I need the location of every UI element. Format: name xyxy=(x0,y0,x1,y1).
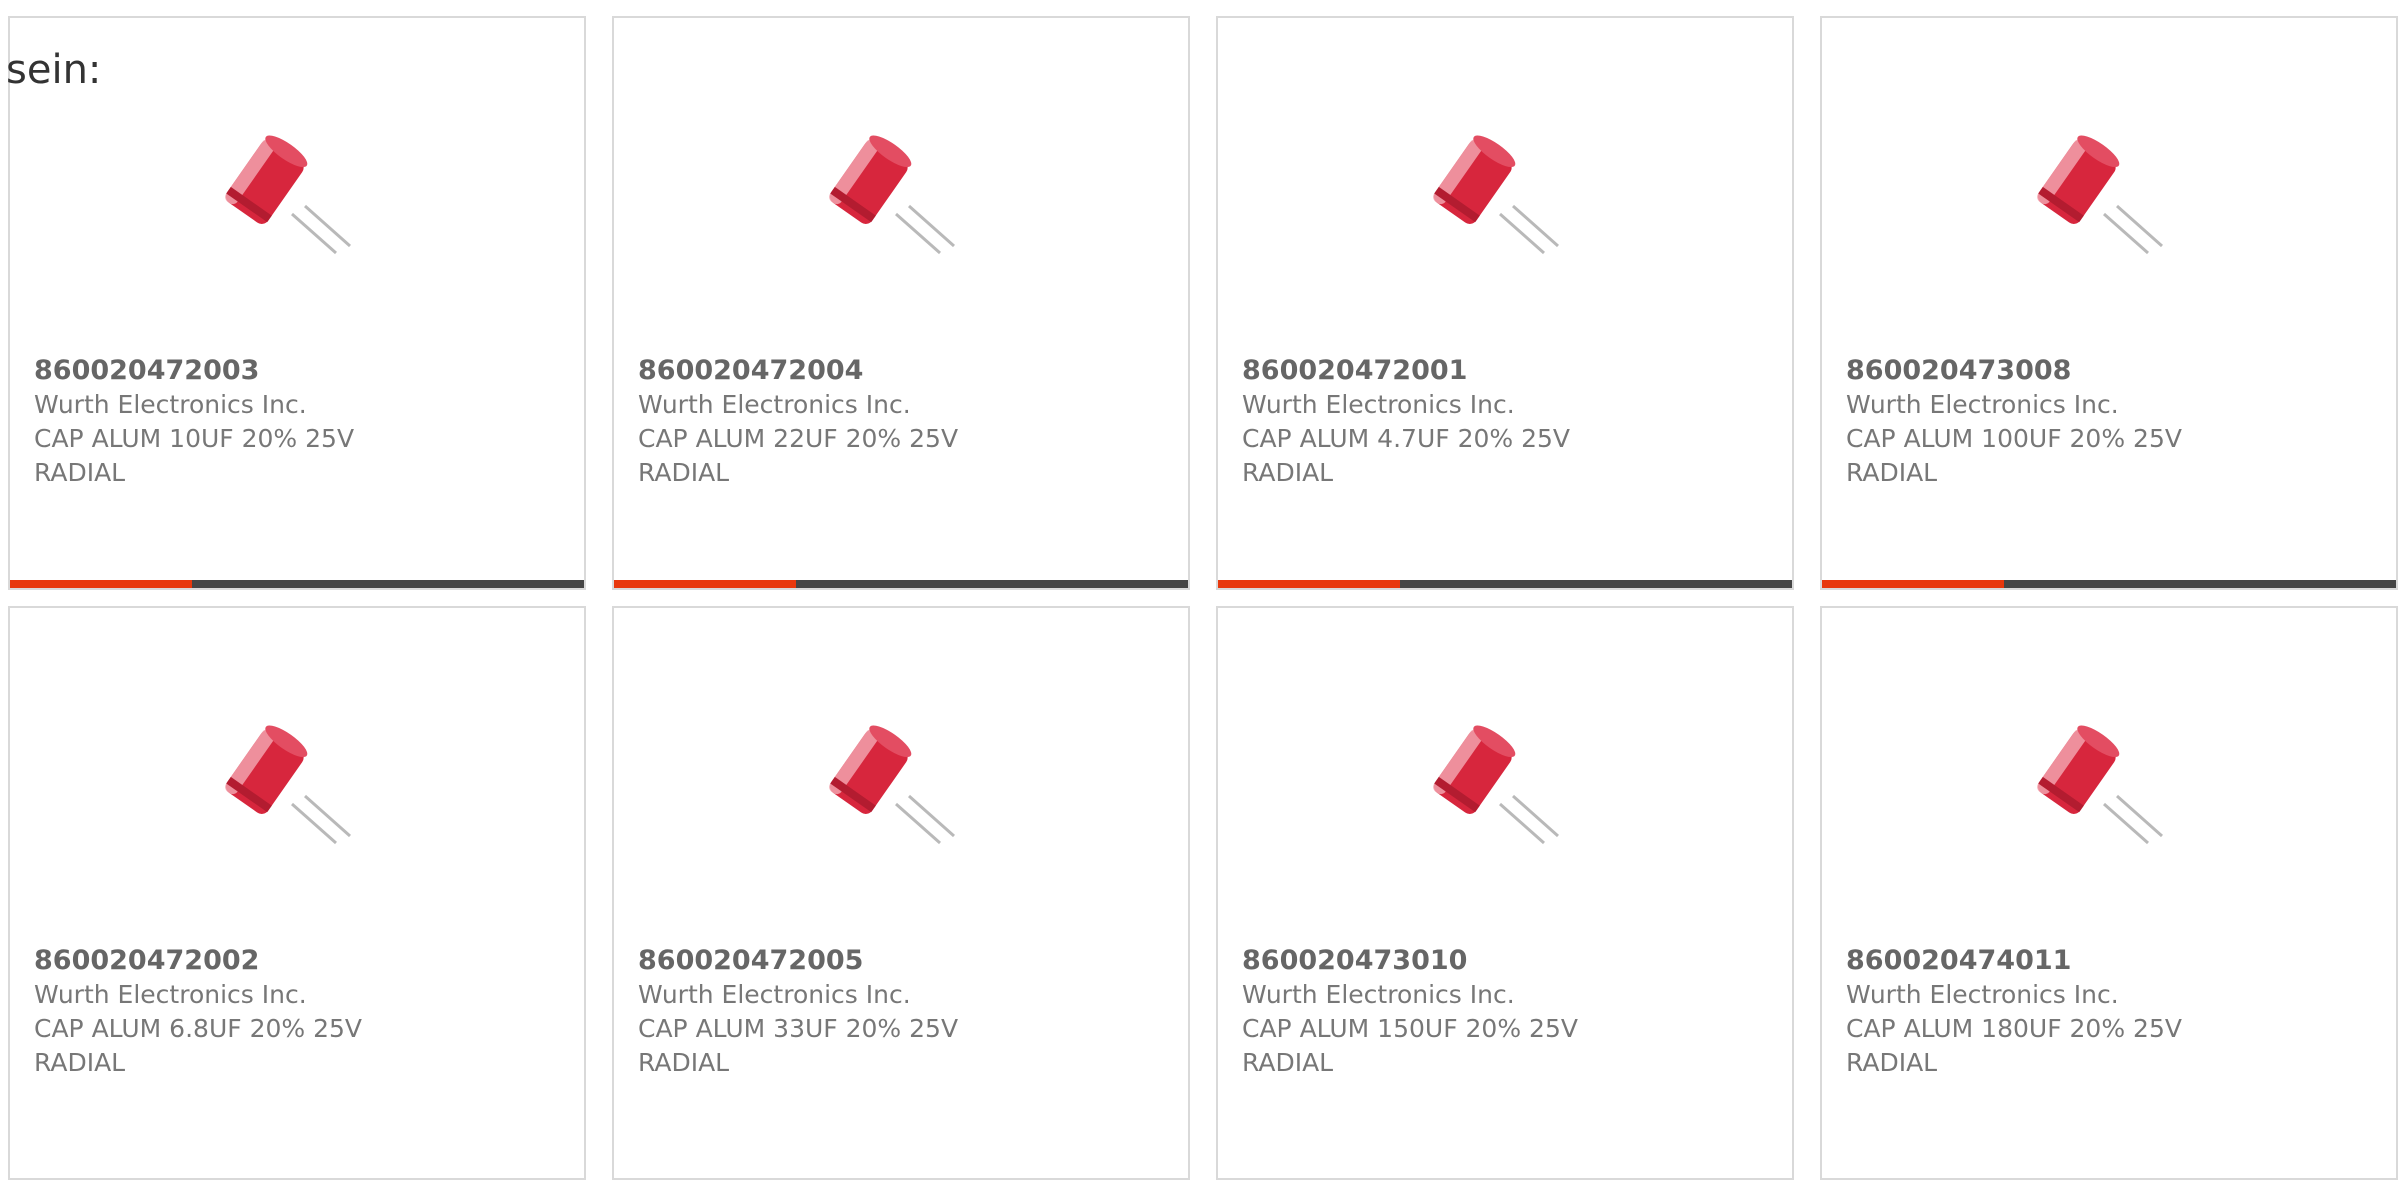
product-package: RADIAL xyxy=(34,1048,126,1077)
capacitor-icon xyxy=(1433,725,1559,845)
manufacturer-name: Wurth Electronics Inc. xyxy=(638,980,911,1009)
product-package: RADIAL xyxy=(1242,1048,1334,1077)
capacitor-icon xyxy=(829,135,955,255)
capacitor-product-image xyxy=(210,118,410,278)
product-card[interactable]: 860020474011 Wurth Electronics Inc. CAP … xyxy=(1820,606,2398,1180)
product-description: CAP ALUM 180UF 20% 25V xyxy=(1846,1014,2182,1043)
product-info: 860020472005 Wurth Electronics Inc. CAP … xyxy=(638,944,1170,1080)
part-number[interactable]: 860020472002 xyxy=(34,944,566,978)
capacitor-icon xyxy=(1433,135,1559,255)
product-package: RADIAL xyxy=(1242,458,1334,487)
product-grid: 860020472003 Wurth Electronics Inc. CAP … xyxy=(8,16,2398,1180)
product-description: CAP ALUM 100UF 20% 25V xyxy=(1846,424,2182,453)
product-description: CAP ALUM 150UF 20% 25V xyxy=(1242,1014,1578,1043)
product-description: CAP ALUM 33UF 20% 25V xyxy=(638,1014,959,1043)
part-number[interactable]: 860020473008 xyxy=(1846,354,2378,388)
capacitor-icon xyxy=(225,135,351,255)
manufacturer-name: Wurth Electronics Inc. xyxy=(1846,980,2119,1009)
product-info: 860020474011 Wurth Electronics Inc. CAP … xyxy=(1846,944,2378,1080)
capacitor-icon xyxy=(2037,725,2163,845)
product-info: 860020472002 Wurth Electronics Inc. CAP … xyxy=(34,944,566,1080)
intro-text: sein: xyxy=(6,47,102,93)
product-card[interactable]: 860020472002 Wurth Electronics Inc. CAP … xyxy=(8,606,586,1180)
capacitor-product-image xyxy=(2022,708,2222,868)
product-card[interactable]: 860020473010 Wurth Electronics Inc. CAP … xyxy=(1216,606,1794,1180)
capacitor-product-image xyxy=(1418,708,1618,868)
product-package: RADIAL xyxy=(34,458,126,487)
manufacturer-name: Wurth Electronics Inc. xyxy=(34,390,307,419)
manufacturer-name: Wurth Electronics Inc. xyxy=(1242,980,1515,1009)
product-package: RADIAL xyxy=(1846,458,1938,487)
product-info: 860020472001 Wurth Electronics Inc. CAP … xyxy=(1242,354,1774,490)
part-number[interactable]: 860020472004 xyxy=(638,354,1170,388)
capacitor-product-image xyxy=(814,708,1014,868)
part-number[interactable]: 860020472005 xyxy=(638,944,1170,978)
part-number[interactable]: 860020474011 xyxy=(1846,944,2378,978)
product-info: 860020472004 Wurth Electronics Inc. CAP … xyxy=(638,354,1170,490)
manufacturer-name: Wurth Electronics Inc. xyxy=(1846,390,2119,419)
product-card[interactable]: 860020472003 Wurth Electronics Inc. CAP … xyxy=(8,16,586,590)
product-package: RADIAL xyxy=(1846,1048,1938,1077)
capacitor-icon xyxy=(225,725,351,845)
product-description: CAP ALUM 4.7UF 20% 25V xyxy=(1242,424,1570,453)
product-card[interactable]: 860020472004 Wurth Electronics Inc. CAP … xyxy=(612,16,1190,590)
capacitor-product-image xyxy=(2022,118,2222,278)
manufacturer-name: Wurth Electronics Inc. xyxy=(638,390,911,419)
part-number[interactable]: 860020473010 xyxy=(1242,944,1774,978)
product-card[interactable]: 860020473008 Wurth Electronics Inc. CAP … xyxy=(1820,16,2398,590)
capacitor-icon xyxy=(2037,135,2163,255)
product-package: RADIAL xyxy=(638,458,730,487)
product-description: CAP ALUM 6.8UF 20% 25V xyxy=(34,1014,362,1043)
product-card[interactable]: 860020472001 Wurth Electronics Inc. CAP … xyxy=(1216,16,1794,590)
product-description: CAP ALUM 22UF 20% 25V xyxy=(638,424,959,453)
capacitor-product-image xyxy=(814,118,1014,278)
product-info: 860020472003 Wurth Electronics Inc. CAP … xyxy=(34,354,566,490)
product-description: CAP ALUM 10UF 20% 25V xyxy=(34,424,355,453)
capacitor-product-image xyxy=(210,708,410,868)
manufacturer-name: Wurth Electronics Inc. xyxy=(34,980,307,1009)
capacitor-icon xyxy=(829,725,955,845)
product-info: 860020473010 Wurth Electronics Inc. CAP … xyxy=(1242,944,1774,1080)
manufacturer-name: Wurth Electronics Inc. xyxy=(1242,390,1515,419)
part-number[interactable]: 860020472003 xyxy=(34,354,566,388)
capacitor-product-image xyxy=(1418,118,1618,278)
part-number[interactable]: 860020472001 xyxy=(1242,354,1774,388)
product-info: 860020473008 Wurth Electronics Inc. CAP … xyxy=(1846,354,2378,490)
product-card[interactable]: 860020472005 Wurth Electronics Inc. CAP … xyxy=(612,606,1190,1180)
product-package: RADIAL xyxy=(638,1048,730,1077)
